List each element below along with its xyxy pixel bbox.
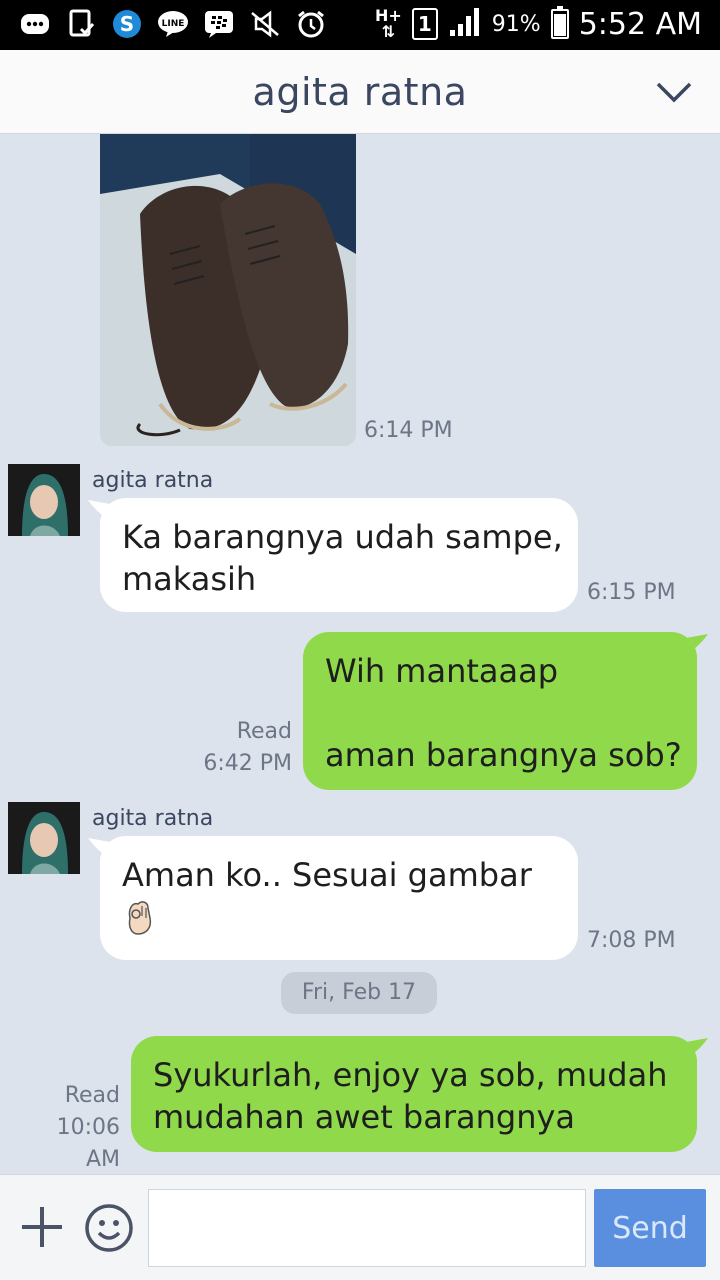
status-right: H+ ⇅ 1 91% 5:52 AM [375, 6, 702, 42]
battery-percent: 91% [491, 11, 541, 37]
smiley-icon[interactable] [84, 1203, 134, 1253]
composer-bar: Send [0, 1174, 720, 1280]
date-separator: Fri, Feb 17 [281, 972, 437, 1014]
message-time: 6:15 PM [587, 580, 676, 605]
mute-icon [248, 8, 282, 40]
shoe-photo[interactable] [100, 134, 356, 446]
avatar[interactable] [8, 802, 80, 874]
sender-name: agita ratna [92, 806, 214, 831]
ok-hand-icon [122, 896, 556, 946]
message-input[interactable] [148, 1189, 586, 1267]
message-time: 7:08 PM [587, 928, 676, 953]
bubble-tail [686, 634, 708, 654]
message-text: Ka barangnya udah sampe, [122, 518, 563, 556]
send-button[interactable]: Send [594, 1189, 706, 1267]
tablet-icon [64, 8, 98, 40]
photo-time: 6:14 PM [364, 418, 453, 443]
message-text: Wih mantaaap [325, 652, 559, 690]
skype-icon: S [110, 8, 144, 40]
line-icon: LINE [156, 8, 190, 40]
notification-icons: S LINE [18, 8, 328, 40]
message-text: mudahan awet barangnya [153, 1098, 576, 1136]
chat-title[interactable]: agita ratna [0, 50, 720, 134]
message-time: 6:42 PM [203, 751, 292, 776]
read-receipt: Read 10:06 AM [20, 1080, 120, 1176]
read-label: Read [236, 719, 292, 744]
avatar[interactable] [8, 464, 80, 536]
incoming-message[interactable]: Ka barangnya udah sampe, makasih [100, 498, 578, 612]
read-receipt: Read 6:42 PM [196, 716, 292, 780]
network-icon: H+ ⇅ [374, 6, 402, 41]
chat-header: agita ratna [0, 50, 720, 134]
message-text: aman barangnya sob? [325, 736, 682, 774]
message-time: 10:06 AM [56, 1115, 120, 1172]
message-text: makasih [122, 560, 257, 598]
read-label: Read [64, 1083, 120, 1108]
sender-name: agita ratna [92, 468, 214, 493]
battery-icon [550, 6, 569, 39]
message-list[interactable]: 6:14 PM agita ratna Ka barangnya udah sa… [0, 134, 720, 1174]
status-bar: S LINE H+ ⇅ 1 91% 5:52 AM [0, 0, 720, 50]
clock: 5:52 AM [578, 6, 702, 42]
outgoing-message[interactable]: Wih mantaaap aman barangnya sob? [303, 632, 697, 790]
bbm-icon [202, 8, 236, 40]
sim-icon: 1 [411, 8, 438, 40]
bubble-tail [686, 1038, 708, 1058]
plus-icon[interactable] [20, 1205, 64, 1249]
svg-text:LINE: LINE [162, 19, 185, 29]
signal-icon [448, 6, 482, 42]
messages-icon [18, 8, 52, 40]
message-text: Aman ko.. Sesuai gambar [122, 856, 532, 894]
alarm-icon [294, 8, 328, 40]
svg-text:S: S [120, 12, 134, 36]
network-type: H+ [374, 6, 402, 25]
chevron-down-icon[interactable] [654, 74, 694, 110]
incoming-message[interactable]: Aman ko.. Sesuai gambar [100, 836, 578, 960]
outgoing-message[interactable]: Syukurlah, enjoy ya sob, mudah mudahan a… [131, 1036, 697, 1152]
message-text: Syukurlah, enjoy ya sob, mudah [153, 1056, 668, 1094]
